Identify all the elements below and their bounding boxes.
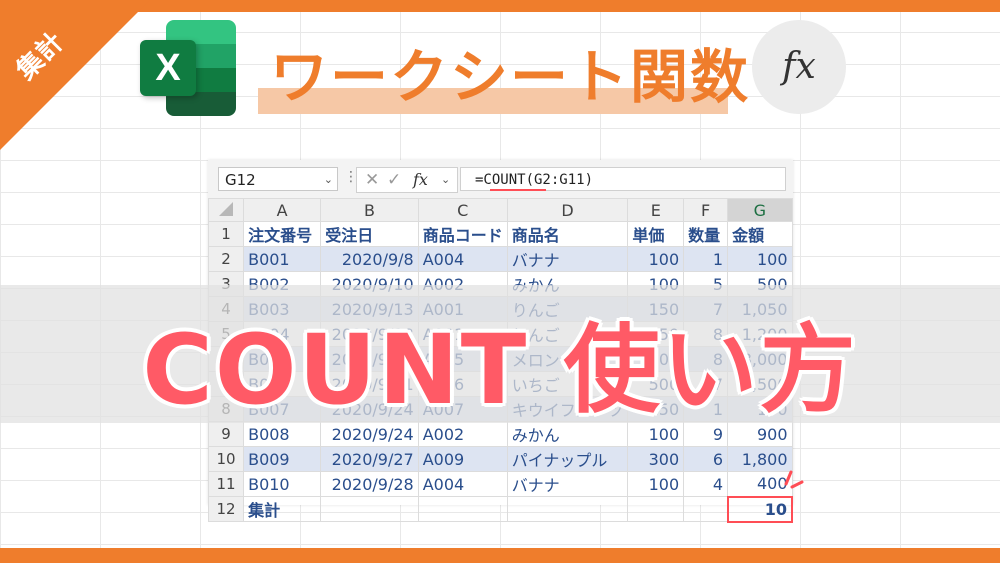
table-row: 2 B001 2020/9/8 A004 バナナ 100 1 100 bbox=[207, 246, 793, 272]
table-row: 12 集計 10 bbox=[207, 495, 794, 523]
table-cell[interactable]: パイナップル bbox=[506, 446, 629, 472]
formula-input[interactable]: =COUNT(G2:G11) bbox=[460, 167, 786, 191]
name-box[interactable]: G12 ⌄ bbox=[218, 167, 338, 191]
table-cell[interactable] bbox=[320, 496, 419, 522]
table-cell[interactable]: 金額 bbox=[727, 221, 793, 247]
table-row: 1 注文番号 受注日 商品コード 商品名 単価 数量 金額 bbox=[207, 221, 793, 247]
fx-icon: fx bbox=[782, 46, 816, 87]
table-row: 10 B009 2020/9/27 A009 パイナップル 300 6 1,800 bbox=[207, 446, 793, 472]
column-header[interactable]: B bbox=[320, 198, 419, 222]
function-name-underline bbox=[490, 189, 546, 191]
table-cell[interactable]: B010 bbox=[243, 471, 322, 497]
formula-bar: G12 ⌄ ⋮ ✕ ✓ fx ⌄ =COUNT(G2:G11) bbox=[208, 160, 793, 198]
column-header[interactable]: C bbox=[417, 198, 508, 222]
table-cell[interactable]: 6 bbox=[683, 446, 729, 472]
table-cell[interactable]: バナナ bbox=[506, 246, 629, 272]
row-header[interactable]: 2 bbox=[207, 246, 245, 272]
table-cell[interactable]: A009 bbox=[417, 446, 508, 472]
row-header[interactable]: 1 bbox=[207, 221, 245, 247]
column-header[interactable]: F bbox=[683, 198, 729, 222]
table-cell[interactable]: バナナ bbox=[506, 471, 629, 497]
table-cell[interactable]: 4 bbox=[683, 471, 729, 497]
row-header[interactable]: 11 bbox=[207, 471, 245, 497]
table-cell[interactable]: B001 bbox=[243, 246, 322, 272]
table-cell[interactable]: 数量 bbox=[683, 221, 729, 247]
table-row: 11 B010 2020/9/28 A004 バナナ 100 4 400 bbox=[207, 471, 793, 497]
top-accent-bar bbox=[0, 0, 1000, 12]
table-cell[interactable]: 100 bbox=[627, 471, 685, 497]
excel-logo-icon: X bbox=[140, 20, 236, 116]
table-cell[interactable] bbox=[683, 496, 729, 522]
table-cell[interactable]: 注文番号 bbox=[243, 221, 322, 247]
name-box-value: G12 bbox=[225, 171, 256, 189]
bottom-accent-bar bbox=[0, 548, 1000, 563]
chevron-down-icon[interactable]: ⌄ bbox=[324, 168, 333, 192]
headline: COUNT 使い方 bbox=[142, 314, 858, 426]
column-header[interactable]: A bbox=[243, 198, 322, 222]
table-cell[interactable] bbox=[627, 496, 685, 522]
table-cell[interactable]: 100 bbox=[627, 246, 685, 272]
table-cell[interactable]: 1 bbox=[683, 246, 729, 272]
confirm-icon[interactable]: ✓ bbox=[387, 168, 401, 192]
page-title: ワークシート関数 bbox=[270, 43, 751, 111]
cancel-icon[interactable]: ✕ bbox=[365, 168, 379, 192]
table-cell[interactable]: 受注日 bbox=[320, 221, 419, 247]
chevron-down-icon[interactable]: ⌄ bbox=[441, 168, 450, 192]
column-header[interactable]: E bbox=[627, 198, 685, 222]
sparkle-icon bbox=[784, 470, 804, 489]
table-cell[interactable]: 商品名 bbox=[506, 221, 629, 247]
table-cell[interactable]: 100 bbox=[727, 246, 793, 272]
column-header[interactable]: G bbox=[727, 198, 793, 222]
table-cell[interactable]: A004 bbox=[417, 471, 508, 497]
table-cell[interactable]: 商品コード bbox=[417, 221, 508, 247]
formula-tools: ✕ ✓ fx ⌄ bbox=[356, 167, 458, 193]
table-cell[interactable]: A004 bbox=[417, 246, 508, 272]
table-cell[interactable] bbox=[417, 496, 508, 522]
table-cell[interactable] bbox=[506, 496, 629, 522]
insert-function-icon[interactable]: fx bbox=[413, 168, 428, 192]
table-cell[interactable]: 集計 bbox=[243, 496, 322, 522]
table-cell[interactable]: B009 bbox=[243, 446, 322, 472]
table-cell[interactable]: 2020/9/27 bbox=[320, 446, 419, 472]
row-header[interactable]: 10 bbox=[207, 446, 245, 472]
select-all-corner[interactable] bbox=[207, 198, 245, 222]
table-cell[interactable]: 単価 bbox=[627, 221, 685, 247]
row-header[interactable]: 12 bbox=[207, 496, 245, 522]
table-cell[interactable]: 2020/9/8 bbox=[320, 246, 419, 272]
table-cell[interactable]: 2020/9/28 bbox=[320, 471, 419, 497]
count-result-cell[interactable]: 10 bbox=[726, 495, 794, 523]
table-cell[interactable]: 300 bbox=[627, 446, 685, 472]
column-header[interactable]: D bbox=[506, 198, 629, 222]
column-header-row: ABCDEFG bbox=[207, 198, 793, 222]
